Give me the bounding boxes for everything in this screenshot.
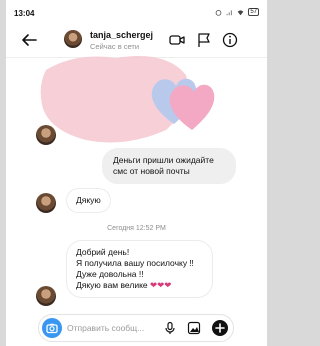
add-button[interactable] xyxy=(212,320,228,336)
plus-icon xyxy=(215,323,225,333)
message-line: Дякую вам велике ❤❤❤ xyxy=(76,280,172,290)
message-line: Я получила вашу посилочку ‼ xyxy=(76,258,194,268)
sender-avatar[interactable] xyxy=(36,286,56,306)
info-icon[interactable] xyxy=(222,32,238,48)
microphone-icon[interactable] xyxy=(163,321,177,335)
sender-avatar[interactable] xyxy=(36,193,56,213)
message-bubble-received[interactable]: Дякую xyxy=(66,188,111,213)
status-icons: 57 xyxy=(215,8,259,16)
message-line: Дуже довольна !! xyxy=(76,269,144,279)
message-line: Добрий день! xyxy=(76,247,130,257)
battery-icon: 57 xyxy=(248,8,259,16)
hearts-image xyxy=(151,78,215,130)
wifi-icon xyxy=(238,9,244,15)
signal-icon xyxy=(227,9,232,15)
alarm-icon xyxy=(216,9,222,16)
chat-screen: 13:04 57 tanja_schergej Сейчас в сети Де… xyxy=(6,0,267,346)
video-call-icon[interactable] xyxy=(169,32,185,48)
hearts-emoji: ❤❤❤ xyxy=(150,280,172,290)
gallery-icon[interactable] xyxy=(187,321,201,335)
status-time: 13:04 xyxy=(14,9,35,18)
camera-icon xyxy=(46,323,58,334)
camera-button[interactable] xyxy=(42,318,62,338)
message-composer xyxy=(38,314,234,342)
message-input[interactable] xyxy=(67,321,157,335)
message-timestamp: Сегодня 12:52 PM xyxy=(107,225,166,232)
back-arrow-icon[interactable] xyxy=(20,31,38,49)
message-bubble-sent[interactable]: Деньги пришли ожидайте смс от новой почт… xyxy=(102,148,236,184)
status-bar: 13:04 57 xyxy=(6,0,267,22)
flag-icon[interactable] xyxy=(196,32,212,48)
header-username[interactable]: tanja_schergej xyxy=(90,30,153,40)
message-bubble-received-long[interactable]: Добрий день! Я получила вашу посилочку ‼… xyxy=(66,240,213,298)
header-avatar[interactable] xyxy=(64,30,82,48)
sender-avatar[interactable] xyxy=(36,125,56,145)
